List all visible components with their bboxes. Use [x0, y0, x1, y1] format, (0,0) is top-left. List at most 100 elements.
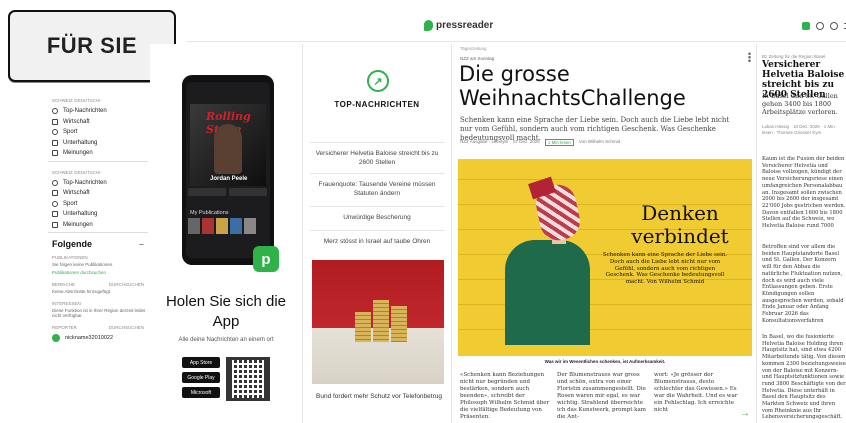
reporter-head-label: REPORTER [52, 325, 77, 331]
sidebar-item-label: Wirtschaft [63, 118, 90, 125]
photo-caption: Schenken kann eine Sprache der Liebe sei… [602, 252, 728, 286]
comment-icon [52, 150, 58, 156]
right-article-meta: Lukas Hässig · 10 Dez. 2025 · 1 Min lese… [762, 124, 835, 135]
google-play-button[interactable]: Google Play [182, 372, 220, 383]
sidebar-item-business[interactable]: Wirtschaft [52, 190, 148, 196]
article-headline: Die grosse WeihnachtsChallenge [459, 62, 686, 110]
publication-thumbnails [188, 218, 256, 234]
sidebar-item-entertainment[interactable]: Unterhaltung [52, 139, 148, 146]
next-page-icon[interactable]: → [740, 408, 750, 419]
top-news-image-caption[interactable]: Bund fordert mehr Schutz vor Telefonbetr… [310, 393, 448, 400]
phone-button [188, 188, 226, 196]
briefcase-icon [52, 190, 58, 196]
publications-head: PUBLIKATIONEN [52, 255, 148, 260]
right-article-paragraph: Kaum ist die Fusion der beiden Versicher… [762, 156, 846, 228]
sidebar-item-sport[interactable]: Sport [52, 129, 148, 135]
sidebar-item-opinions[interactable]: Meinungen [52, 150, 148, 156]
article-byline: NZZ Ausgabe · Lifestyle 07 Dez. 2025 1 M… [460, 139, 620, 146]
sidebar-item-entertainment[interactable]: Unterhaltung [52, 211, 148, 217]
film-icon [52, 211, 58, 217]
article-column: Der Blumenstrauss war gross und schön, e… [557, 372, 647, 420]
publication-thumb [202, 218, 214, 234]
photo-title: Denken verbindet [631, 201, 729, 248]
pressreader-logo[interactable]: pressreader [424, 20, 493, 31]
sidebar-item-label: Top-Nachrichten [63, 108, 107, 114]
top-bar [186, 14, 846, 42]
sidebar-item-label: Unterhaltung [63, 139, 98, 146]
topics-head: BEREICHE Durchsuchen [52, 282, 148, 287]
sidebar-item-label: Meinungen [63, 221, 93, 228]
right-article-lead: In Basel und St. Gallen gehen 3400 bis 1… [762, 92, 838, 116]
sidebar-item-business[interactable]: Wirtschaft [52, 118, 148, 125]
browse-publications-link[interactable]: Publikationen durchsuchen [52, 270, 148, 276]
topics-head-label: BEREICHE [52, 281, 76, 287]
sidebar-item-opinions[interactable]: Meinungen [52, 221, 148, 228]
interests-text: Diese Funktion ist in Ihrer Region derze… [52, 307, 146, 319]
search-icon[interactable] [816, 22, 824, 30]
publication-thumb [244, 218, 256, 234]
pressreader-app-icon: p [253, 246, 279, 272]
sidebar-section-head: SCHWEIZ GENUTSCHI [52, 98, 101, 103]
sidebar-section-head: SCHWEIZ GENUTSCHI [52, 169, 101, 175]
username: nickname32010022 [65, 335, 114, 342]
microsoft-store-button[interactable]: Microsoft [182, 387, 220, 398]
collapse-icon[interactable]: – [139, 239, 144, 249]
sidebar-item-label: Sport [63, 200, 78, 207]
briefcase-icon [52, 118, 58, 125]
topics-browse-link[interactable]: Durchsuchen [109, 282, 144, 287]
coin-stacks [355, 300, 407, 342]
app-store-button[interactable]: App Store [182, 357, 220, 368]
phone-button [229, 188, 267, 196]
sidebar-item-label: Top-Nachrichten [63, 179, 107, 186]
sidebar-item-label: Sport [63, 129, 78, 135]
publication-thumb [216, 218, 228, 234]
top-news-item[interactable]: Merz stösst in Israel auf taube Ohren [310, 230, 444, 247]
publication-thumb [230, 218, 242, 234]
person-figure [505, 240, 590, 345]
byline-date: 07 Dez. 2025 [513, 139, 540, 144]
following-label: Folgende [52, 239, 92, 249]
interests-head: INTERESSEN [52, 301, 148, 306]
download-icon[interactable] [802, 22, 810, 30]
coin-stack [391, 306, 407, 342]
ball-icon [52, 200, 58, 207]
following-title[interactable]: Folgende – [52, 239, 148, 249]
film-icon [52, 139, 58, 146]
qr-code-pattern [232, 363, 264, 395]
top-news-title: TOP-NACHRICHTEN [334, 100, 420, 109]
photo-credit: Was wir im Wesentlichen schenken, ist Au… [544, 359, 666, 364]
divider [48, 232, 148, 233]
user-profile[interactable]: nickname32010022 [52, 334, 148, 343]
ball-icon [52, 129, 58, 135]
account-icon[interactable] [830, 22, 838, 30]
sidebar-item-sport[interactable]: Sport [52, 200, 148, 207]
byline-author: Von Wilhelm Schmid [578, 139, 621, 144]
sidebar-item-top-news[interactable]: Top-Nachrichten [52, 108, 148, 114]
wall-line [458, 329, 752, 330]
my-publications-label: My Publications [190, 210, 229, 216]
phone-buttons [188, 188, 267, 196]
sidebar-item-label: Meinungen [63, 150, 93, 156]
top-news-item[interactable]: Unwürdige Bescherung [310, 206, 444, 223]
coin-stack [355, 312, 371, 342]
article-section: NZZ am Sonntag [460, 56, 495, 61]
right-article-paragraph: In Basel, wo die fusionierte Helvetia Ba… [762, 334, 846, 421]
top-news-item[interactable]: Frauenquote: Tausende Vereine müssen Sta… [310, 173, 444, 198]
right-article-source: Bz Zeitung für die Region Basel [762, 54, 826, 59]
publication-thumb [188, 218, 200, 234]
wall-line [458, 179, 752, 180]
sidebar-item-top-news[interactable]: Top-Nachrichten [52, 179, 148, 186]
reporter-browse-link[interactable]: Durchsuchen [109, 325, 144, 330]
magazine-cover-name: Jordan Peele [210, 176, 248, 182]
news-icon [52, 108, 58, 114]
store-buttons: App Store Google Play Microsoft [182, 357, 220, 402]
right-article-paragraph: Betroffen sind vor allem die beiden Haup… [762, 244, 844, 322]
article-kicker: Tageszeitung [460, 46, 487, 51]
reporter-head: REPORTER Durchsuchen [52, 325, 148, 330]
comment-icon [52, 221, 58, 228]
byline-source: NZZ Ausgabe · Lifestyle [460, 139, 509, 144]
article-column: «Schenken kann Beziehungen nicht nur beg… [460, 372, 550, 420]
promo-subtitle: Alle deine Nachrichten an einem ort [178, 337, 274, 343]
more-options-icon[interactable] [748, 52, 751, 62]
top-news-item[interactable]: Versicherer Helvetia Baloise streicht bi… [310, 142, 444, 167]
